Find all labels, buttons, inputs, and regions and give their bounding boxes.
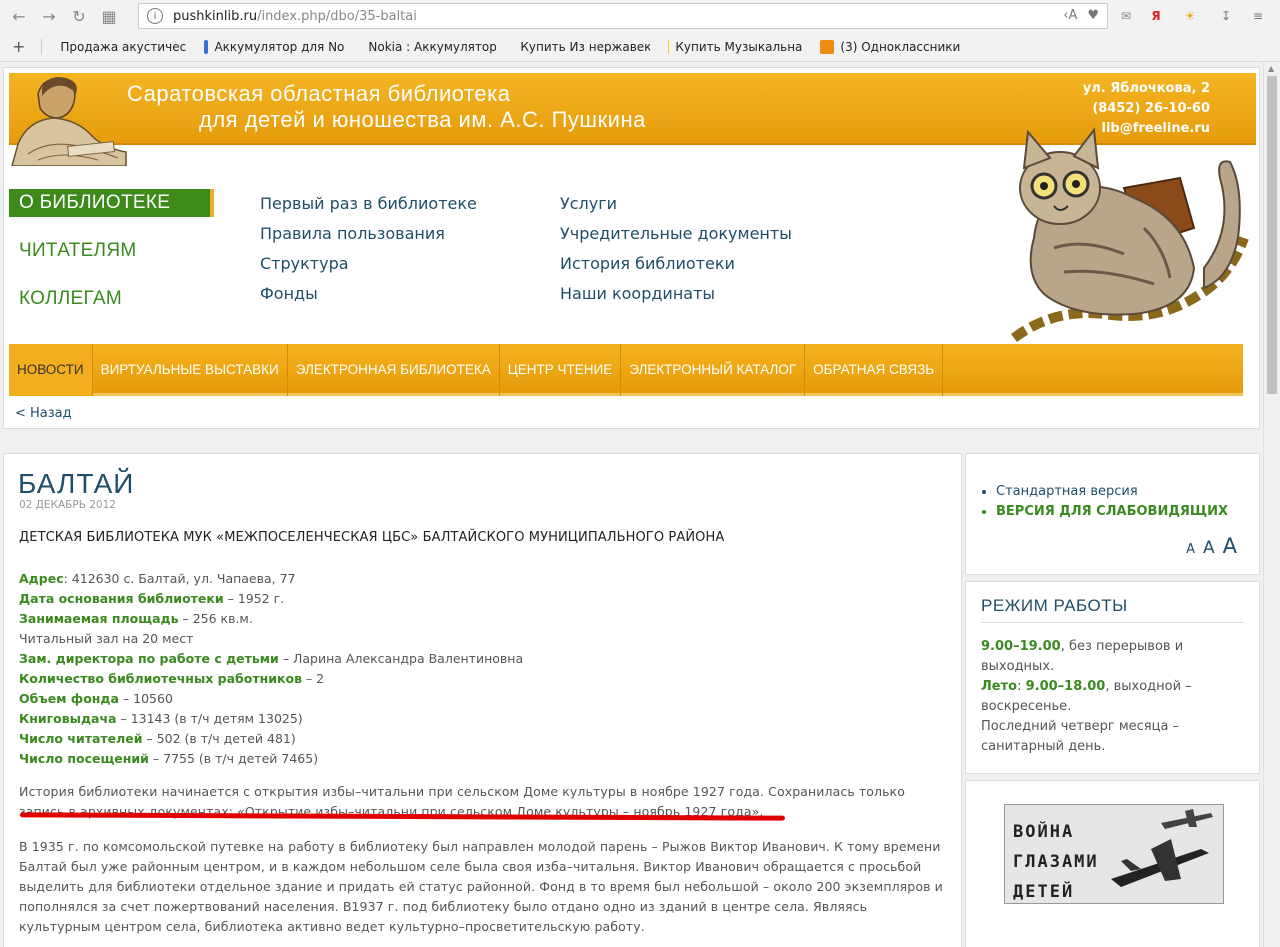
apps-grid-icon[interactable]: ▦ [98,5,120,27]
page-viewport: Саратовская областная библиотека для дет… [0,62,1263,947]
fact-row: Зам. директора по работе с детьми – Лари… [19,651,524,666]
back-link[interactable]: < Назад [15,406,72,421]
weather-sun-icon[interactable]: ☀ [1180,6,1200,26]
main-nav: НОВОСТИ ВИРТУАЛЬНЫЕ ВЫСТАВКИ ЭЛЕКТРОННАЯ… [9,344,1243,396]
standard-version-link[interactable]: Стандартная версия [996,482,1228,502]
bookmark-item[interactable]: Купить Музыкальна [668,39,802,54]
low-vision-version-link[interactable]: ВЕРСИЯ ДЛЯ СЛАБОВИДЯЩИХ [996,502,1228,522]
nav-e-library[interactable]: ЭЛЕКТРОННАЯ БИБЛИОТЕКА [288,344,500,396]
bookmark-item[interactable]: Купить Из нержавек [514,40,650,54]
favicon-icon [204,39,209,54]
submenu-first-visit[interactable]: Первый раз в библиотеке [260,189,477,219]
header-address: ул. Яблочкова, 2 [1082,81,1210,96]
download-icon[interactable]: ↧ [1216,6,1236,26]
font-size-medium[interactable]: A [1203,538,1215,558]
fact-row: Дата основания библиотеки – 1952 г. [19,591,285,606]
site-title-line2: для детей и юношества им. А.С. Пушкина [199,107,646,132]
fact-row: Количество библиотечных работников – 2 [19,671,325,686]
war-banner-link[interactable]: ВОЙНА ГЛАЗАМИ ДЕТЕЙ [1004,804,1224,904]
submenu-column-2: Услуги Учредительные документы История б… [560,189,792,309]
site-title-line1: Саратовская областная библиотека [127,81,511,106]
favicon-icon [820,39,835,54]
nav-news[interactable]: НОВОСТИ [9,344,93,396]
site-header: Саратовская областная библиотека для дет… [3,67,1260,429]
font-size-large[interactable]: A [1223,534,1237,558]
fact-row: Число посещений – 7755 (в т/ч детей 7465… [19,751,319,766]
submenu-history[interactable]: История библиотеки [560,249,792,279]
reload-icon[interactable]: ↻ [68,5,90,27]
bookmark-item[interactable]: Аккумулятор для No [204,39,344,54]
working-hours-text: 9.00–19.00, без перерывов и выходных. Ле… [981,639,1192,754]
submenu-structure[interactable]: Структура [260,249,477,279]
fact-row: Книговыдача – 13143 (в т/ч детям 13025) [19,711,303,726]
article-title: БАЛТАЙ [18,468,135,499]
submenu-column-1: Первый раз в библиотеке Правила пользова… [260,189,477,309]
url-host: pushkinlib.ru [173,8,258,24]
article-date: 02 ДЕКАБРЬ 2012 [19,499,116,511]
bookmark-item[interactable]: Nokia : Аккумулятор [362,40,496,54]
url-path: /index.php/dbo/35-baltai [257,8,417,24]
side-menu-about[interactable]: О БИБЛИОТЕКЕ [9,189,214,217]
address-bar[interactable]: i pushkinlib.ru/index.php/dbo/35-baltai … [138,3,1108,29]
title-divider [981,622,1244,623]
font-size-small[interactable]: A [1186,542,1195,557]
fact-row: Занимаемая площадь – 256 кв.м. [19,611,253,626]
article-card: БАЛТАЙ 02 ДЕКАБРЬ 2012 ДЕТСКАЯ БИБЛИОТЕК… [3,453,962,947]
library-facts: Адрес: 412630 с. Балтай, ул. Чапаева, 77… [19,569,523,769]
fact-row: Объем фонда – 10560 [19,691,173,706]
bookmarks-divider [41,38,43,55]
scroll-up-arrow-icon[interactable]: ▲ [1268,64,1274,73]
war-banner-text: ВОЙНА ГЛАЗАМИ ДЕТЕЙ [1013,822,1099,902]
submenu-services[interactable]: Услуги [560,189,792,219]
bookmarks-bar: + Продажа акустическ Аккумулятор для No … [0,32,1280,62]
history-paragraph-2: В 1935 г. по комсомольской путевке на ра… [19,839,943,934]
version-switch-card: Стандартная версия ВЕРСИЯ ДЛЯ СЛАБОВИДЯЩ… [965,453,1260,575]
yandex-icon[interactable]: Я [1146,6,1166,26]
version-list: Стандартная версия ВЕРСИЯ ДЛЯ СЛАБОВИДЯЩ… [996,482,1228,522]
header-phone: (8452) 26-10-60 [1092,101,1210,116]
forward-arrow-icon[interactable]: → [38,5,60,27]
favicon-icon [668,39,670,54]
working-hours-title: РЕЖИМ РАБОТЫ [981,596,1128,615]
translate-icon[interactable]: ‹A [1063,8,1077,23]
menu-icon[interactable]: ≡ [1248,6,1268,26]
fact-row: Адрес: 412630 с. Балтай, ул. Чапаева, 77 [19,571,296,586]
nav-feedback[interactable]: ОБРАТНАЯ СВЯЗЬ [805,344,944,396]
airplanes-icon [1111,809,1213,887]
scrollbar-thumb[interactable] [1267,76,1277,394]
fact-row: Читальный зал на 20 мест [19,631,194,646]
cat-mascot-icon [1011,127,1249,343]
submenu-documents[interactable]: Учредительные документы [560,219,792,249]
nav-virtual-exhibitions[interactable]: ВИРТУАЛЬНЫЕ ВЫСТАВКИ [93,344,288,396]
page-scrollbar[interactable]: ▲ [1263,62,1280,947]
submenu-collections[interactable]: Фонды [260,279,477,309]
submenu-rules[interactable]: Правила пользования [260,219,477,249]
article-subtitle: ДЕТСКАЯ БИБЛИОТЕКА МУК «МЕЖПОСЕЛЕНЧЕСКАЯ… [19,530,725,545]
info-icon[interactable]: i [147,8,163,24]
mail-icon[interactable]: ✉ [1116,6,1136,26]
add-bookmark-icon[interactable]: + [12,37,25,56]
font-size-switcher: A A A [1186,534,1237,558]
heart-icon[interactable]: ♥ [1087,8,1099,23]
side-menu-readers[interactable]: ЧИТАТЕЛЯМ [9,237,214,265]
war-through-childrens-eyes-card: ВОЙНА ГЛАЗАМИ ДЕТЕЙ [965,780,1260,947]
nav-reading-center[interactable]: ЦЕНТР ЧТЕНИЕ [500,344,622,396]
side-menu-colleagues[interactable]: КОЛЛЕГАМ [9,285,214,313]
bookmark-item[interactable]: Продажа акустическ [54,40,186,54]
browser-toolbar: ← → ↻ ▦ i pushkinlib.ru/index.php/dbo/35… [0,0,1280,32]
pushkin-logo-icon[interactable] [8,74,128,166]
bookmark-item[interactable]: (3) Одноклассники [820,39,960,54]
fact-row: Число читателей – 502 (в т/ч детей 481) [19,731,296,746]
nav-e-catalog[interactable]: ЭЛЕКТРОННЫЙ КАТАЛОГ [621,344,806,396]
back-arrow-icon[interactable]: ← [8,5,30,27]
submenu-contacts[interactable]: Наши координаты [560,279,792,309]
side-menu: О БИБЛИОТЕКЕ ЧИТАТЕЛЯМ КОЛЛЕГАМ [9,189,214,333]
working-hours-card: РЕЖИМ РАБОТЫ 9.00–19.00, без перерывов и… [965,581,1260,774]
